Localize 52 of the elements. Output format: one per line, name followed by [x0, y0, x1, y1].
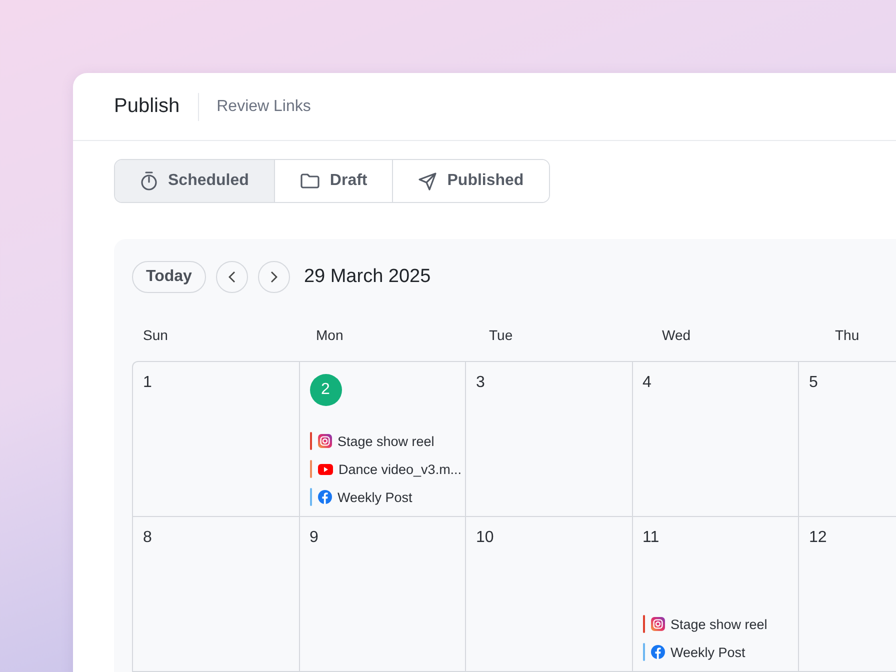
today-button[interactable]: Today — [132, 261, 206, 293]
timer-icon — [140, 171, 158, 191]
day-cell[interactable]: 2 Stage show reel Dance video_v3.m... Weekly Post — [300, 362, 466, 517]
day-number: 3 — [476, 374, 485, 392]
weekday-label: Wed — [662, 327, 691, 343]
day-number: 9 — [310, 529, 318, 547]
day-number: 12 — [809, 529, 827, 547]
event-title: Stage show reel — [670, 616, 768, 632]
event-item[interactable]: Weekly Post — [642, 643, 788, 661]
event-item[interactable]: Stage show reel — [642, 615, 788, 633]
day-number: 5 — [809, 374, 818, 392]
day-number: 11 — [642, 529, 660, 547]
view-tab[interactable]: Scheduled — [115, 160, 274, 202]
f-logo-icon — [650, 645, 664, 659]
day-number: 8 — [143, 529, 152, 547]
weekday-label: Thu — [835, 327, 860, 343]
day-cell[interactable]: 10 — [466, 517, 632, 672]
send-icon — [418, 172, 438, 190]
camera-icon — [650, 617, 664, 631]
event-title: Stage show reel — [338, 434, 434, 448]
event-item[interactable]: Stage show reel — [310, 432, 455, 450]
chevron-right-icon — [270, 271, 278, 283]
play-icon — [318, 464, 332, 474]
header-tab[interactable]: Review Links — [216, 98, 311, 116]
camera-icon — [318, 434, 332, 448]
event-title: Weekly Post — [670, 644, 746, 660]
weekday-label: Sun — [143, 327, 168, 343]
day-cell[interactable]: 11 Stage show reel Weekly Post — [632, 517, 799, 672]
weekday-label: Tue — [489, 327, 513, 343]
folder-icon — [300, 173, 320, 189]
event-title: Weekly Post — [338, 490, 412, 504]
day-cell[interactable]: 12 — [799, 517, 896, 672]
day-cell[interactable]: 1 — [133, 362, 300, 517]
day-cell[interactable]: 4 — [632, 362, 799, 517]
view-tab[interactable]: Published — [392, 160, 549, 202]
event-title: Dance video_v3.m... — [338, 462, 462, 476]
day-cell[interactable]: 3 — [466, 362, 632, 517]
event-item[interactable]: Weekly Post — [310, 488, 455, 506]
day-cell[interactable]: 8 — [133, 517, 300, 672]
previous-button[interactable] — [216, 261, 248, 293]
day-number: 4 — [642, 374, 652, 392]
day-cell[interactable]: 5 — [799, 362, 896, 517]
day-number: 10 — [476, 529, 494, 547]
header-tab[interactable]: Publish — [114, 95, 180, 118]
current-date: 29 March 2025 — [304, 266, 431, 288]
next-button[interactable] — [258, 261, 290, 293]
day-cell[interactable]: 9 — [300, 517, 466, 672]
weekday-label: Mon — [316, 327, 344, 343]
chevron-left-icon — [228, 271, 236, 283]
day-number: 2 — [310, 374, 342, 406]
f-logo-icon — [318, 490, 332, 504]
day-number: 1 — [143, 374, 152, 392]
